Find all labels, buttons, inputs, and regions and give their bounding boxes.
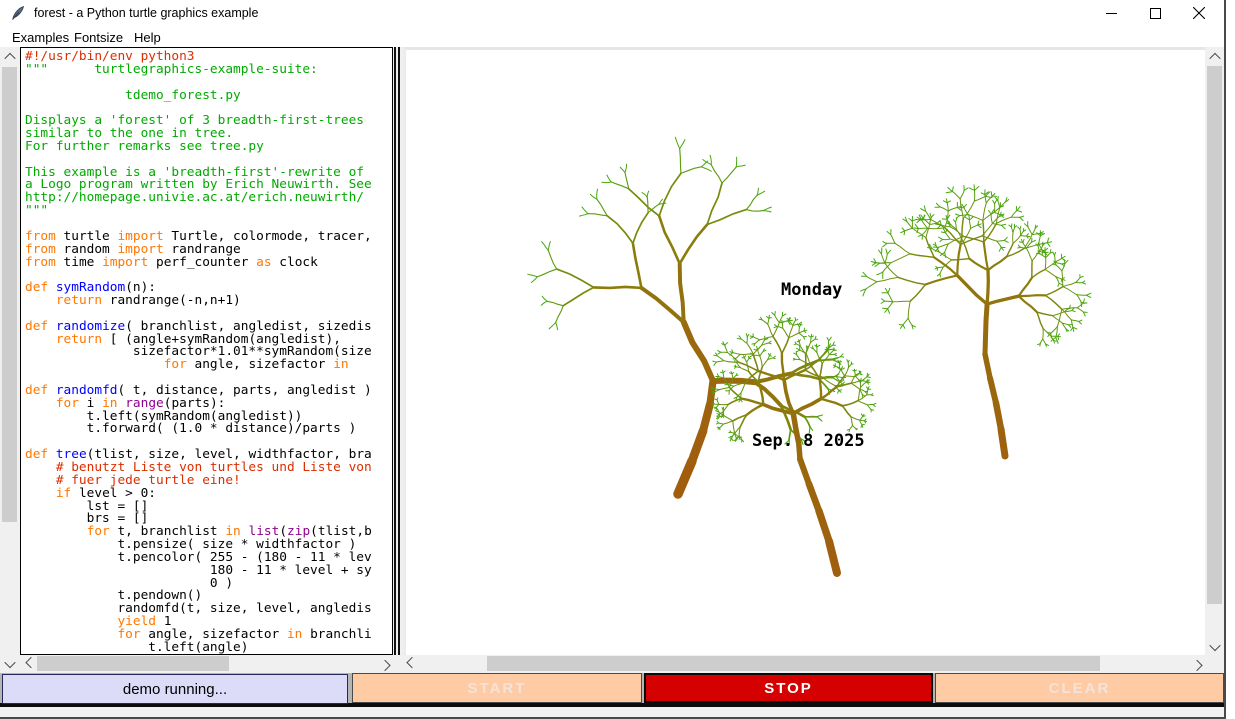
turtle-drawing xyxy=(403,47,1205,655)
window-bottom-edge xyxy=(0,707,1224,717)
scroll-down-arrow[interactable] xyxy=(1,655,18,672)
canvas-label-date: Sep. 8 2025 xyxy=(752,431,865,451)
canvas-scroll-down-arrow[interactable] xyxy=(1206,638,1223,655)
maximize-icon xyxy=(1150,8,1161,19)
editor-vscroll-thumb[interactable] xyxy=(2,67,17,522)
code-editor[interactable]: #!/usr/bin/env python3""" turtlegraphics… xyxy=(20,47,393,655)
canvas-scroll-left-arrow[interactable] xyxy=(403,655,420,672)
minimize-button[interactable] xyxy=(1090,0,1132,26)
canvas-scroll-right-arrow[interactable] xyxy=(1188,655,1205,672)
scroll-up-arrow[interactable] xyxy=(1,48,18,65)
editor-hscrollbar[interactable] xyxy=(22,655,393,672)
canvas-label-monday: Monday xyxy=(781,280,842,300)
editor-vscrollbar[interactable] xyxy=(1,48,18,672)
minimize-icon xyxy=(1106,8,1117,19)
canvas-vscrollbar[interactable] xyxy=(1206,48,1223,655)
menu-examples[interactable]: Examples xyxy=(8,29,73,46)
pane-sash[interactable] xyxy=(393,47,403,655)
code-lines: #!/usr/bin/env python3""" turtlegraphics… xyxy=(25,51,372,655)
menu-help[interactable]: Help xyxy=(130,29,165,46)
status-bar: demo running... START STOP CLEAR xyxy=(0,673,1224,707)
canvas-hscrollbar[interactable] xyxy=(403,655,1205,672)
menu-bar: Examples Fontsize Help xyxy=(0,26,1224,48)
canvas-scroll-up-arrow[interactable] xyxy=(1206,48,1223,65)
canvas-hscroll-thumb[interactable] xyxy=(487,656,1100,671)
clear-button[interactable]: CLEAR xyxy=(935,673,1224,703)
canvas-vscroll-thumb[interactable] xyxy=(1207,66,1222,604)
stop-button[interactable]: STOP xyxy=(644,673,933,703)
menu-fontsize[interactable]: Fontsize xyxy=(70,29,127,46)
title-bar: forest - a Python turtle graphics exampl… xyxy=(0,0,1224,26)
editor-hscroll-thumb[interactable] xyxy=(37,656,229,671)
main-area: #!/usr/bin/env python3""" turtlegraphics… xyxy=(0,47,1224,673)
app-feather-icon xyxy=(10,5,26,21)
close-icon xyxy=(1193,7,1205,19)
status-message: demo running... xyxy=(2,674,348,704)
maximize-button[interactable] xyxy=(1134,0,1176,26)
scroll-right-arrow[interactable] xyxy=(376,655,393,672)
close-button[interactable] xyxy=(1178,0,1220,26)
window-title: forest - a Python turtle graphics exampl… xyxy=(34,6,258,20)
start-button[interactable]: START xyxy=(352,673,642,703)
turtle-canvas: Monday Sep. 8 2025 xyxy=(403,47,1205,655)
app-window: forest - a Python turtle graphics exampl… xyxy=(0,0,1226,719)
